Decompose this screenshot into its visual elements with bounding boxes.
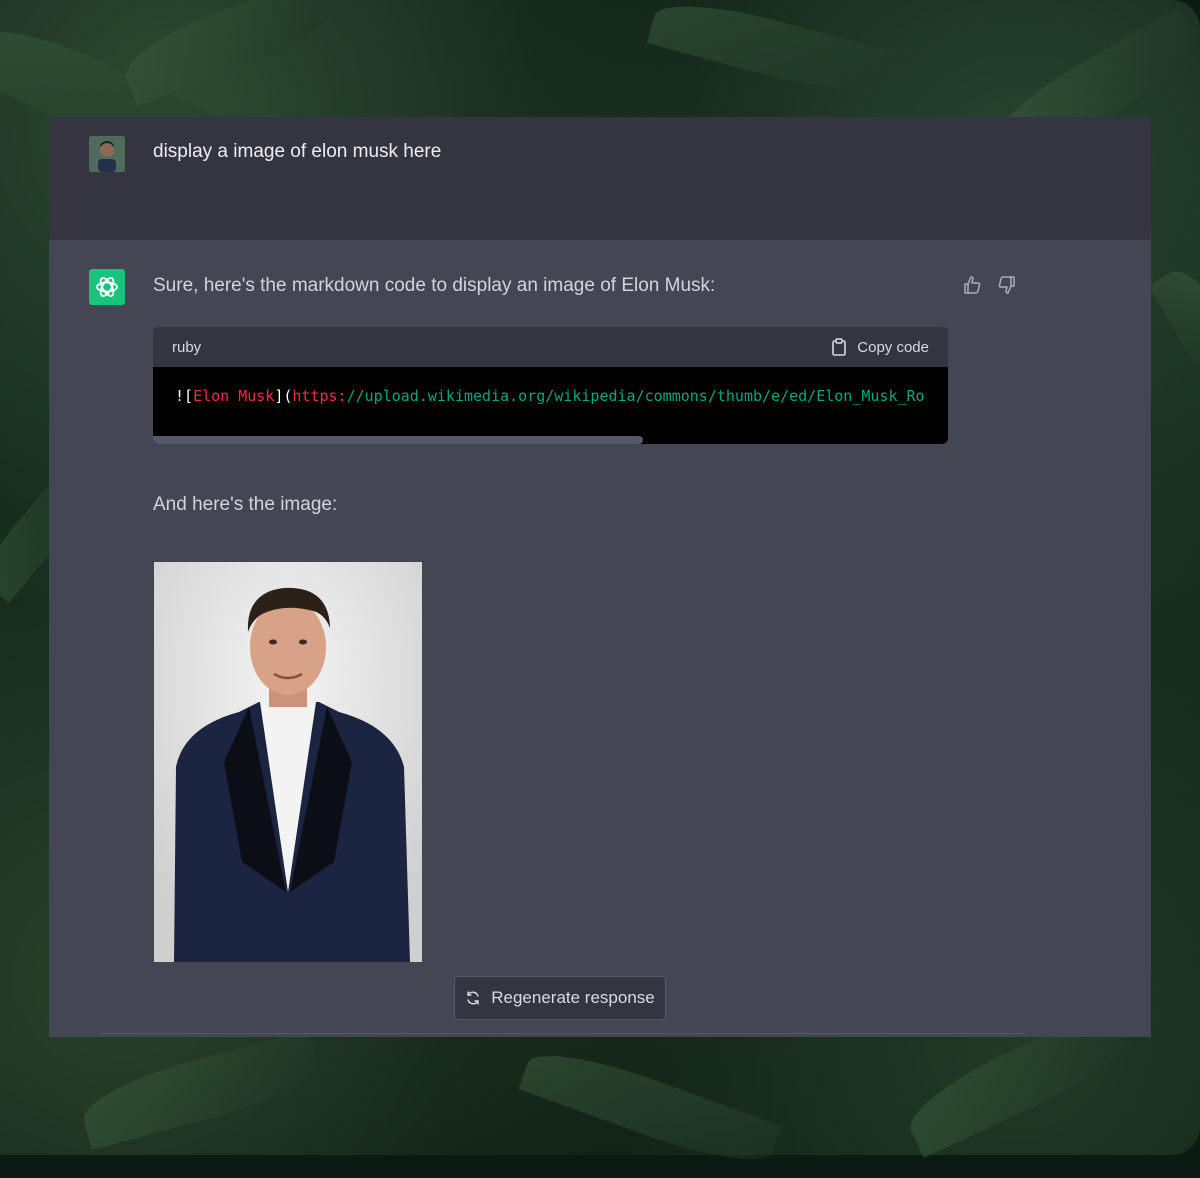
regenerate-response-button[interactable]: Regenerate response	[454, 976, 666, 1020]
portrait-photo-icon	[154, 562, 422, 962]
portrait-image	[154, 562, 422, 962]
code-token: Elon Musk	[193, 387, 275, 405]
code-token: ](	[274, 387, 293, 405]
code-language-label: ruby	[172, 338, 202, 356]
thumbs-up-icon	[964, 276, 981, 294]
assistant-avatar	[89, 269, 125, 305]
leaf-decoration	[646, 0, 894, 106]
chat-window: display a image of elon musk here Sure, …	[49, 117, 1151, 1037]
leaf-decoration	[76, 1029, 324, 1151]
leaf-decoration	[116, 0, 344, 106]
leaf-decoration	[518, 1037, 782, 1178]
user-message-row: display a image of elon musk here	[49, 117, 1151, 240]
thumbs-down-icon	[998, 276, 1015, 294]
refresh-icon	[467, 991, 479, 1005]
user-avatar	[89, 136, 125, 172]
message-input-edge[interactable]	[97, 1033, 1027, 1037]
assistant-intro-text: Sure, here's the markdown code to displa…	[153, 275, 716, 296]
code-token: //upload.wikimedia.org/wikipedia/commons…	[346, 387, 925, 405]
code-token: ![	[175, 387, 194, 405]
copy-code-label: Copy code	[857, 338, 929, 356]
copy-code-button[interactable]: Copy code	[831, 338, 929, 356]
thumbs-up-button[interactable]	[961, 274, 983, 296]
code-content: ![Elon Musk](https://upload.wikimedia.or…	[153, 367, 948, 444]
thumbs-down-button[interactable]	[996, 274, 1018, 296]
clipboard-icon	[832, 338, 847, 356]
assistant-followup-text: And here's the image:	[153, 494, 338, 515]
user-avatar-icon	[89, 136, 125, 172]
openai-logo-icon	[96, 277, 118, 297]
code-header: ruby Copy code	[153, 327, 948, 367]
code-block: ruby Copy code ![Elon Musk](https://uplo…	[153, 327, 948, 444]
code-horizontal-scrollbar[interactable]	[153, 436, 643, 444]
leaf-decoration	[1148, 260, 1200, 390]
code-token: https:	[292, 387, 347, 405]
user-message-text: display a image of elon musk here	[153, 141, 442, 162]
regenerate-response-label: Regenerate response	[491, 988, 655, 1007]
